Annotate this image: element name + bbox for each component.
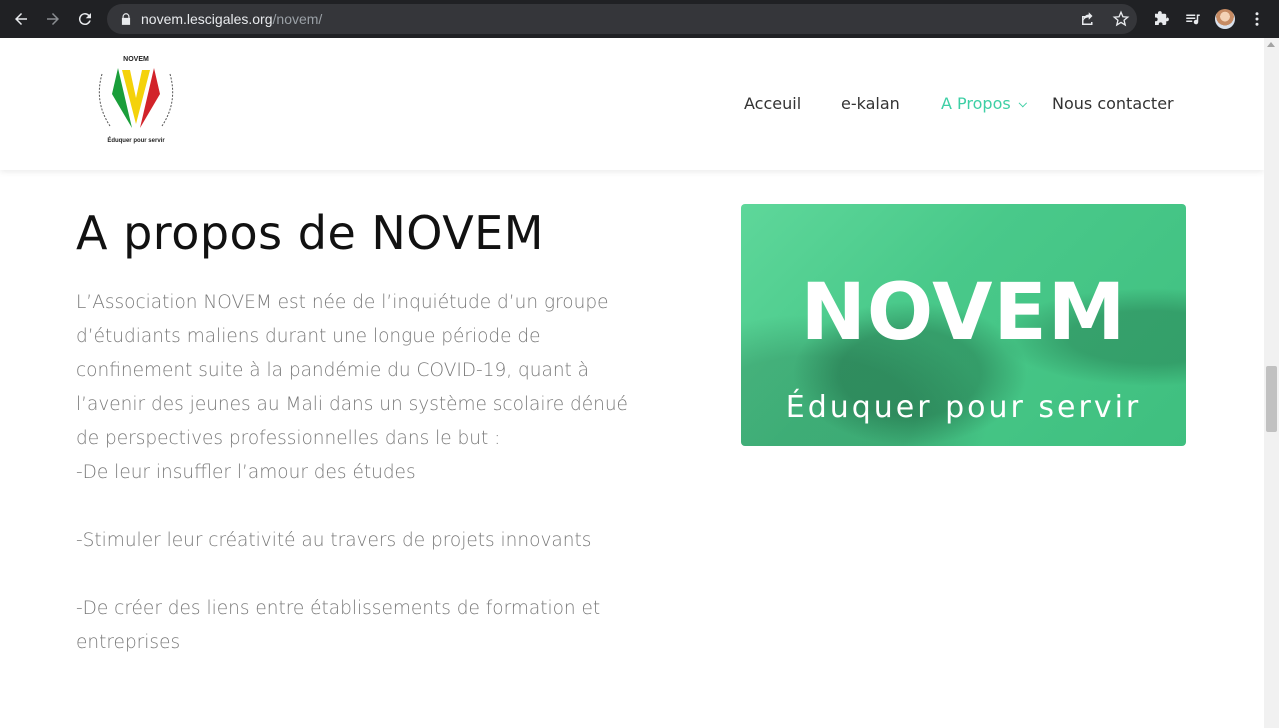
browser-toolbar: novem.lescigales.org/novem/ — [0, 0, 1279, 38]
nav-item-a-propos[interactable]: A Propos — [941, 94, 1027, 113]
chevron-down-icon — [1018, 98, 1027, 108]
nav-item-acceuil[interactable]: Acceuil — [744, 94, 801, 113]
reload-button[interactable] — [73, 7, 97, 31]
url-domain: novem.lescigales.org — [141, 11, 273, 27]
puzzle-icon — [1155, 11, 1169, 25]
extensions-button[interactable] — [1151, 9, 1171, 29]
profile-button[interactable] — [1215, 9, 1235, 29]
point-2: -Stimuler leur créativité au travers de … — [76, 530, 592, 551]
url-path: /novem/ — [272, 11, 323, 27]
logo-emblem-icon — [98, 68, 174, 128]
page-viewport: NOVEM Éduquer pour servir Acceuil e-kala… — [0, 38, 1264, 728]
menu-button[interactable] — [1247, 9, 1267, 29]
playlist-icon — [1186, 14, 1200, 25]
hero-subtitle: Éduquer pour servir — [785, 390, 1142, 425]
point-1: -De leur insuffler l’amour des études — [76, 462, 416, 483]
nav-item-a-propos-label: A Propos — [941, 94, 1011, 113]
media-control-button[interactable] — [1183, 9, 1203, 29]
arrow-right-icon — [47, 13, 59, 25]
nav-item-e-kalan[interactable]: e-kalan — [841, 94, 900, 113]
back-button[interactable] — [9, 7, 33, 31]
share-icon[interactable] — [1079, 10, 1097, 28]
point-3: -De créer des liens entre établissements… — [76, 598, 601, 653]
logo-top-text: NOVEM — [123, 56, 149, 63]
arrow-left-icon — [15, 13, 27, 25]
lock-icon — [121, 13, 131, 25]
scroll-up-arrow-icon[interactable] — [1267, 42, 1275, 47]
kebab-menu-icon — [1255, 12, 1259, 26]
site-logo[interactable]: NOVEM Éduquer pour servir — [88, 52, 184, 152]
about-text: L’Association NOVEM est née de l’inquiét… — [76, 286, 636, 660]
intro-paragraph: L’Association NOVEM est née de l’inquiét… — [76, 292, 628, 449]
vertical-scrollbar[interactable] — [1264, 38, 1279, 728]
url-text: novem.lescigales.org/novem/ — [141, 11, 322, 27]
reload-icon — [78, 13, 91, 26]
scrollbar-thumb[interactable] — [1266, 366, 1277, 432]
forward-button[interactable] — [41, 7, 65, 31]
hero-image: NOVEM Éduquer pour servir — [741, 204, 1186, 446]
avatar — [1215, 9, 1235, 29]
hero-title: NOVEM — [800, 268, 1127, 358]
site-header: NOVEM Éduquer pour servir Acceuil e-kala… — [0, 38, 1264, 170]
bookmark-star-icon[interactable] — [1112, 10, 1130, 28]
address-bar[interactable]: novem.lescigales.org/novem/ — [107, 4, 1137, 34]
logo-bottom-text: Éduquer pour servir — [107, 138, 165, 144]
page-title: A propos de NOVEM — [76, 206, 544, 260]
nav-item-nous-contacter[interactable]: Nous contacter — [1052, 94, 1174, 113]
